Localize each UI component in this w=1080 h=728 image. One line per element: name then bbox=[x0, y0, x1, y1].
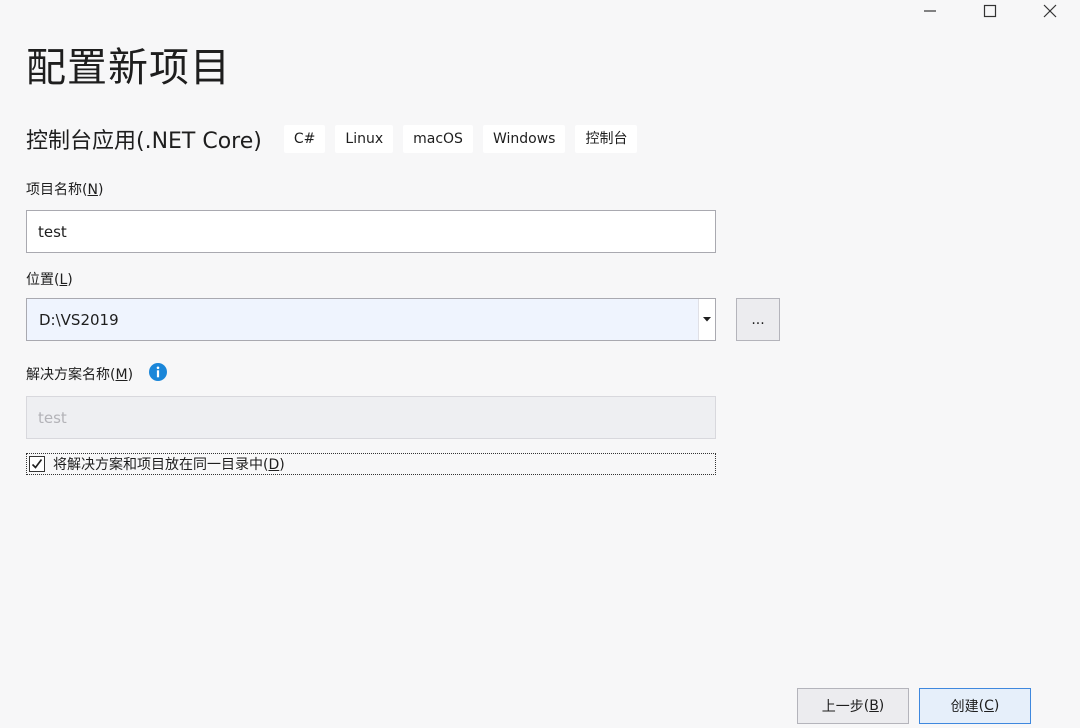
configure-project-dialog: 配置新项目 控制台应用(.NET Core) C# Linux macOS Wi… bbox=[0, 0, 1080, 728]
info-icon[interactable] bbox=[149, 363, 167, 381]
project-name-label: 项目名称(N) bbox=[26, 182, 104, 198]
solution-name-label: 解决方案名称(M) bbox=[26, 367, 134, 383]
same-directory-checkbox[interactable] bbox=[29, 456, 45, 472]
chevron-down-icon[interactable] bbox=[698, 299, 715, 340]
page-title: 配置新项目 bbox=[26, 45, 231, 91]
checkmark-icon bbox=[31, 459, 43, 469]
back-button[interactable]: 上一步(B) bbox=[797, 688, 909, 724]
tag-windows: Windows bbox=[482, 125, 566, 153]
tag-linux: Linux bbox=[335, 125, 394, 153]
template-name: 控制台应用(.NET Core) bbox=[26, 129, 262, 154]
create-button[interactable]: 创建(C) bbox=[919, 688, 1031, 724]
location-value[interactable]: D:\VS2019 bbox=[27, 299, 698, 340]
project-name-value: test bbox=[38, 222, 67, 241]
project-name-input[interactable]: test bbox=[26, 210, 716, 253]
location-combobox[interactable]: D:\VS2019 bbox=[26, 298, 716, 341]
maximize-icon[interactable] bbox=[960, 0, 1020, 22]
close-icon[interactable] bbox=[1020, 0, 1080, 22]
same-directory-option[interactable]: 将解决方案和项目放在同一目录中(D) bbox=[26, 453, 716, 475]
same-directory-label: 将解决方案和项目放在同一目录中(D) bbox=[53, 457, 285, 473]
tag-macos: macOS bbox=[403, 125, 473, 153]
window-controls bbox=[900, 0, 1080, 22]
tag-csharp: C# bbox=[283, 125, 326, 153]
tag-console: 控制台 bbox=[575, 125, 638, 153]
minimize-icon[interactable] bbox=[900, 0, 960, 22]
solution-name-input: test bbox=[26, 396, 716, 439]
location-label: 位置(L) bbox=[26, 272, 73, 288]
solution-name-placeholder: test bbox=[38, 408, 67, 427]
template-header: 控制台应用(.NET Core) C# Linux macOS Windows … bbox=[26, 124, 647, 154]
browse-button[interactable]: ... bbox=[736, 298, 780, 341]
